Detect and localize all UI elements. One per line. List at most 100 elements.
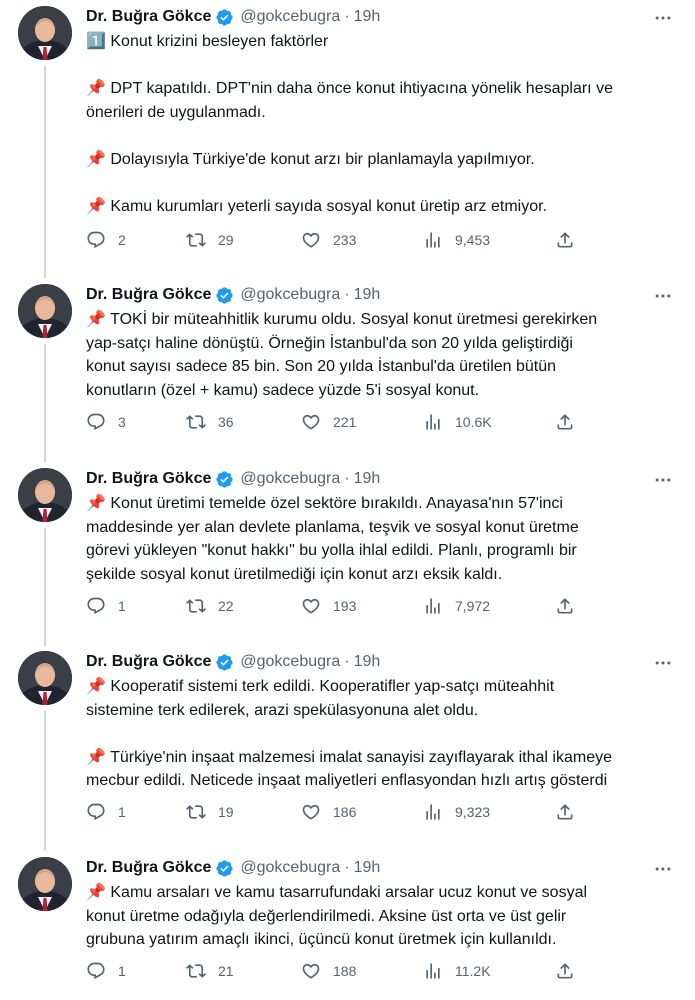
- tweet-text-line: 📌 Dolayısıyla Türkiye'de konut arzı bir …: [86, 150, 535, 168]
- retweet-icon: [186, 412, 206, 432]
- timestamp[interactable]: 19h: [354, 859, 381, 877]
- tweet-header: Dr. Buğra Gökce @gokcebugra · 19h: [86, 468, 380, 490]
- views-chart-icon: [423, 230, 443, 250]
- share-button[interactable]: [555, 961, 575, 981]
- tweet-actions: 1 22 193 7,972: [86, 596, 586, 620]
- tweet-text-line: şekilde sosyal konut üretilmediği için k…: [86, 565, 503, 583]
- views-button[interactable]: 11.2K: [423, 961, 491, 981]
- avatar[interactable]: [18, 651, 72, 705]
- reply-button[interactable]: 1: [86, 596, 126, 616]
- heart-icon: [301, 596, 321, 616]
- reply-count: 2: [118, 232, 126, 248]
- tweet-text-line: önerileri de uygulanmadı.: [86, 103, 266, 121]
- share-button[interactable]: [555, 802, 575, 822]
- tweet[interactable]: Dr. Buğra Gökce @gokcebugra · 19h 📌 Konu…: [0, 462, 695, 646]
- retweet-button[interactable]: 22: [186, 596, 234, 616]
- more-dots-icon[interactable]: [653, 653, 673, 673]
- share-button[interactable]: [555, 412, 575, 432]
- author-name[interactable]: Dr. Buğra Gökce: [86, 859, 211, 877]
- views-button[interactable]: 9,453: [423, 230, 490, 250]
- timestamp[interactable]: 19h: [354, 286, 381, 304]
- timestamp[interactable]: 19h: [354, 8, 381, 26]
- author-name[interactable]: Dr. Buğra Gökce: [86, 286, 211, 304]
- tweet-header: Dr. Buğra Gökce @gokcebugra · 19h: [86, 6, 380, 28]
- more-dots-icon[interactable]: [653, 8, 673, 28]
- share-button[interactable]: [555, 596, 575, 616]
- retweet-count: 36: [218, 414, 234, 430]
- author-handle[interactable]: @gokcebugra: [240, 8, 340, 26]
- verified-badge-icon: [215, 470, 234, 489]
- tweet-text: 📌 Kamu arsaları ve kamu tasarrufundaki a…: [86, 881, 686, 952]
- separator: ·: [344, 8, 350, 25]
- avatar[interactable]: [18, 857, 72, 911]
- like-button[interactable]: 193: [301, 596, 356, 616]
- retweet-button[interactable]: 19: [186, 802, 234, 822]
- like-button[interactable]: 233: [301, 230, 356, 250]
- avatar[interactable]: [18, 284, 72, 338]
- share-button[interactable]: [555, 230, 575, 250]
- tweet-text-line: 📌 DPT kapatıldı. DPT'nin daha önce konut…: [86, 80, 613, 97]
- reply-button[interactable]: 1: [86, 961, 126, 981]
- verified-badge-icon: [215, 286, 234, 305]
- retweet-button[interactable]: 36: [186, 412, 234, 432]
- reply-button[interactable]: 3: [86, 412, 126, 432]
- tweet-text-line: [86, 722, 686, 746]
- tweet-actions: 1 19 186 9,323: [86, 802, 586, 826]
- more-dots-icon[interactable]: [653, 286, 673, 306]
- separator: ·: [344, 470, 350, 487]
- heart-icon: [301, 802, 321, 822]
- timestamp[interactable]: 19h: [354, 653, 381, 671]
- view-count: 9,323: [455, 804, 491, 820]
- heart-icon: [301, 230, 321, 250]
- like-button[interactable]: 186: [301, 802, 356, 822]
- like-count: 221: [333, 414, 357, 430]
- tweet-text-line: görevi yükleyen "konut hakkı" bu yolla i…: [86, 542, 577, 559]
- tweet-actions: 1 21 188 11.2K: [86, 961, 586, 985]
- avatar[interactable]: [18, 6, 72, 60]
- view-count: 7,972: [455, 598, 491, 614]
- like-button[interactable]: 221: [301, 412, 356, 432]
- author-handle[interactable]: @gokcebugra: [240, 286, 340, 304]
- author-name[interactable]: Dr. Buğra Gökce: [86, 653, 211, 671]
- views-button[interactable]: 7,972: [423, 596, 490, 616]
- author-handle[interactable]: @gokcebugra: [240, 653, 340, 671]
- retweet-icon: [186, 230, 206, 250]
- author-handle[interactable]: @gokcebugra: [240, 470, 340, 488]
- views-button[interactable]: 9,323: [423, 802, 490, 822]
- share-icon: [555, 596, 575, 616]
- retweet-button[interactable]: 21: [186, 961, 234, 981]
- views-button[interactable]: 10.6K: [423, 412, 492, 432]
- timestamp[interactable]: 19h: [354, 470, 381, 488]
- reply-button[interactable]: 2: [86, 230, 126, 250]
- view-count: 9,453: [455, 232, 491, 248]
- share-icon: [555, 961, 575, 981]
- like-count: 186: [333, 804, 357, 820]
- tweet-text-line: 📌 Kamu kurumları yeterli sayıda sosyal k…: [86, 197, 547, 215]
- author-name[interactable]: Dr. Buğra Gökce: [86, 8, 211, 26]
- tweet-text-line: 📌 Konut üretimi temelde özel sektöre bır…: [86, 495, 563, 512]
- reply-button[interactable]: 1: [86, 802, 126, 822]
- views-chart-icon: [423, 596, 443, 616]
- reply-icon: [86, 230, 106, 250]
- tweet-text-line: yap-satçı haline dönüştü. Örneğin İstanb…: [86, 334, 573, 352]
- tweet[interactable]: Dr. Buğra Gökce @gokcebugra · 19h 1️⃣ Ko…: [0, 0, 695, 278]
- tweet-text-line: 📌 Kamu arsaları ve kamu tasarrufundaki a…: [86, 884, 588, 901]
- tweet-text-line: konut sayısı sadece 85 bin. Son 20 yılda…: [86, 358, 557, 375]
- reply-icon: [86, 596, 106, 616]
- more-dots-icon[interactable]: [653, 470, 673, 490]
- tweet-text-line: konutların (özel + kamu) sadece yüzde 5'…: [86, 381, 480, 399]
- like-button[interactable]: 188: [301, 961, 356, 981]
- tweet[interactable]: Dr. Buğra Gökce @gokcebugra · 19h 📌 Kamu…: [0, 851, 695, 1000]
- avatar[interactable]: [18, 468, 72, 522]
- author-handle[interactable]: @gokcebugra: [240, 859, 340, 877]
- retweet-button[interactable]: 29: [186, 230, 234, 250]
- share-icon: [555, 802, 575, 822]
- verified-badge-icon: [215, 859, 234, 878]
- author-name[interactable]: Dr. Buğra Gökce: [86, 470, 211, 488]
- tweet-text-line: maddesinde yer alan devlete planlama, te…: [86, 518, 579, 536]
- tweet[interactable]: Dr. Buğra Gökce @gokcebugra · 19h 📌 TOKİ…: [0, 278, 695, 462]
- tweet-actions: 2 29 233 9,453: [86, 230, 586, 254]
- tweet[interactable]: Dr. Buğra Gökce @gokcebugra · 19h 📌 Koop…: [0, 645, 695, 851]
- views-chart-icon: [423, 802, 443, 822]
- more-dots-icon[interactable]: [653, 859, 673, 879]
